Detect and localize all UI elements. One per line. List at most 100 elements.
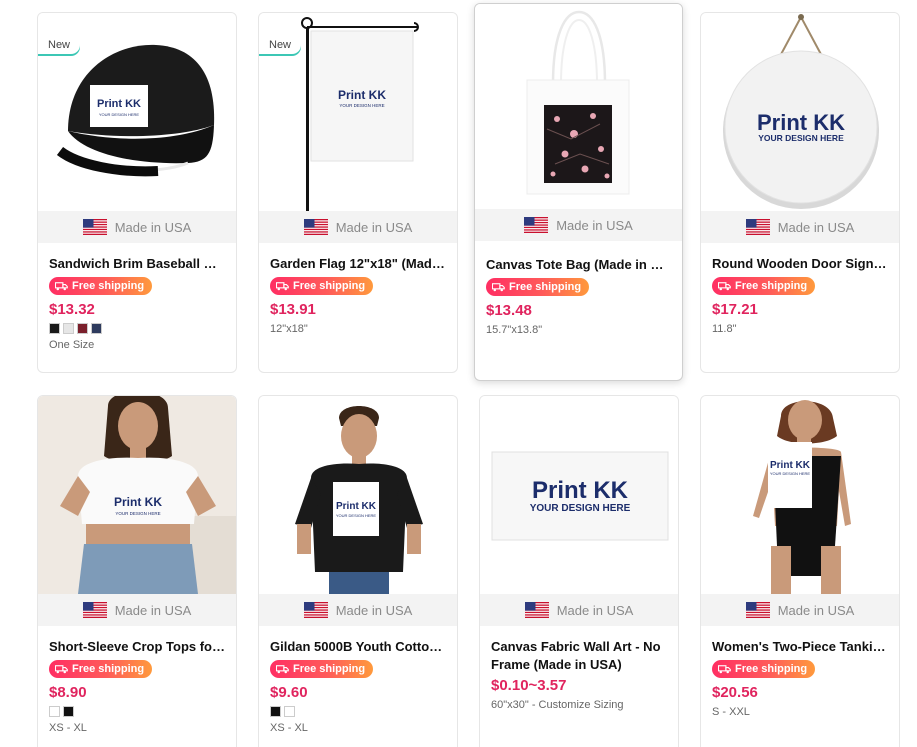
product-image[interactable]: Print KK YOUR DESIGN HERE [480,396,678,594]
origin-label: Made in USA [777,219,855,235]
us-flag-icon [304,219,328,235]
origin-label: Made in USA [335,219,413,235]
origin-label: Made in USA [777,602,855,618]
product-image[interactable]: Print KK YOUR DESIGN HERE [38,396,236,594]
svg-text:YOUR DESIGN HERE: YOUR DESIGN HERE [339,103,384,108]
brand-logo: Print KK [532,477,629,504]
product-title[interactable]: Round Wooden Door Sign (Made in USA) [712,255,888,273]
free-shipping-badge: Free shipping [486,278,590,296]
product-card[interactable]: Print KK YOUR DESIGN HERE Made in USA Ro… [700,12,900,373]
color-swatch[interactable] [270,706,281,717]
truck-icon [718,664,731,674]
color-swatches [49,323,225,334]
color-swatch[interactable] [77,323,88,334]
product-price: $20.56 [712,684,758,701]
made-in-usa-bar: Made in USA [259,211,457,243]
size-value: 60"x30" [491,699,529,711]
us-flag-icon [746,602,770,618]
brand-logo: Print KK [770,460,811,471]
truck-icon [276,664,289,674]
made-in-usa-bar: Made in USA [475,209,682,241]
free-shipping-badge: Free shipping [270,277,374,295]
origin-label: Made in USA [114,602,192,618]
product-title[interactable]: Short-Sleeve Crop Tops for Women (Made i… [49,638,225,656]
free-shipping-badge: Free shipping [712,277,816,295]
svg-text:YOUR DESIGN HERE: YOUR DESIGN HERE [115,511,160,516]
product-image[interactable] [475,4,682,209]
svg-text:YOUR DESIGN HERE: YOUR DESIGN HERE [336,513,377,518]
origin-label: Made in USA [114,219,192,235]
made-in-usa-bar: Made in USA [38,211,236,243]
product-price: $0.10~3.57 [491,677,567,694]
size-range: 11.8" [712,323,737,335]
size-range: 15.7"x13.8" [486,324,543,336]
svg-text:YOUR DESIGN HERE: YOUR DESIGN HERE [530,503,631,514]
size-range: 60"x30" - Customize Sizing [491,699,667,711]
new-badge: New [38,36,81,54]
shipping-label: Free shipping [72,663,145,675]
product-title[interactable]: Garden Flag 12"x18" (Made in USA) [270,255,446,273]
free-shipping-badge: Free shipping [49,660,153,678]
product-image[interactable]: Print KK YOUR DESIGN HERE [259,396,457,594]
product-title[interactable]: Sandwich Brim Baseball Cap (Made in USA) [49,255,225,273]
shipping-label: Free shipping [293,280,366,292]
canvas-wall-art-image: Print KK YOUR DESIGN HERE [491,451,669,541]
product-card[interactable]: Print KK YOUR DESIGN HERE Made in USA Wo… [700,395,900,747]
truck-icon [55,281,68,291]
product-card[interactable]: Print KK YOUR DESIGN HERE Made in USA Gi… [258,395,458,747]
product-title[interactable]: Women's Two-Piece Tankini Swimsuit (Made… [712,638,888,656]
us-flag-icon [746,219,770,235]
product-price: $8.90 [49,684,87,701]
color-swatch[interactable] [284,706,295,717]
size-range: One Size [49,339,95,351]
size-range: 12"x18" [270,323,308,335]
color-swatch[interactable] [49,323,60,334]
free-shipping-badge: Free shipping [49,277,153,295]
size-range: XS - XL [49,722,87,734]
product-card[interactable]: Print KK YOUR DESIGN HERE Made in USA Ca… [479,395,679,747]
product-price: $17.21 [712,301,758,318]
product-card[interactable]: Made in USA Canvas Tote Bag (Made in USA… [474,3,683,381]
product-card[interactable]: New Print KK YOUR DESIGN HERE Made in US… [37,12,237,373]
size-range: XS - XL [270,722,308,734]
color-swatch[interactable] [63,706,74,717]
product-price: $13.48 [486,302,532,319]
product-image[interactable]: New Print KK YOUR DESIGN HERE [259,13,457,211]
us-flag-icon [83,219,107,235]
shipping-label: Free shipping [735,280,808,292]
crop-top-model-image: Print KK YOUR DESIGN HERE [38,396,236,594]
color-swatches [270,706,446,717]
shipping-label: Free shipping [293,663,366,675]
product-title[interactable]: Canvas Fabric Wall Art - No Frame (Made … [491,638,667,674]
brand-logo: Print KK [336,501,377,512]
product-image[interactable]: Print KK YOUR DESIGN HERE [701,396,899,594]
product-price: $13.91 [270,301,316,318]
shipping-label: Free shipping [509,281,582,293]
truck-icon [718,281,731,291]
door-sign-image: Print KK YOUR DESIGN HERE [723,14,879,209]
color-swatch[interactable] [63,323,74,334]
product-price: $13.32 [49,301,95,318]
truck-icon [276,281,289,291]
shipping-label: Free shipping [735,663,808,675]
product-image[interactable]: New Print KK YOUR DESIGN HERE [38,13,236,211]
brand-logo: Print KK [338,88,386,102]
color-swatch[interactable] [49,706,60,717]
made-in-usa-bar: Made in USA [701,211,899,243]
color-swatch[interactable] [91,323,102,334]
product-title[interactable]: Gildan 5000B Youth Cotton T-Shirt (Made … [270,638,446,656]
origin-label: Made in USA [556,217,633,233]
shipping-label: Free shipping [72,280,145,292]
brand-logo: Print KK [97,98,141,110]
customize-sizing-link[interactable]: - Customize Sizing [529,699,624,711]
made-in-usa-bar: Made in USA [701,594,899,626]
product-card[interactable]: New Print KK YOUR DESIGN HERE Made in US… [258,12,458,373]
made-in-usa-bar: Made in USA [38,594,236,626]
us-flag-icon [304,602,328,618]
product-title[interactable]: Canvas Tote Bag (Made in USA) [486,256,671,274]
size-range: S - XXL [712,706,750,718]
product-image[interactable]: Print KK YOUR DESIGN HERE [701,13,899,211]
made-in-usa-bar: Made in USA [259,594,457,626]
product-card[interactable]: Print KK YOUR DESIGN HERE Made in USA Sh… [37,395,237,747]
free-shipping-badge: Free shipping [270,660,374,678]
